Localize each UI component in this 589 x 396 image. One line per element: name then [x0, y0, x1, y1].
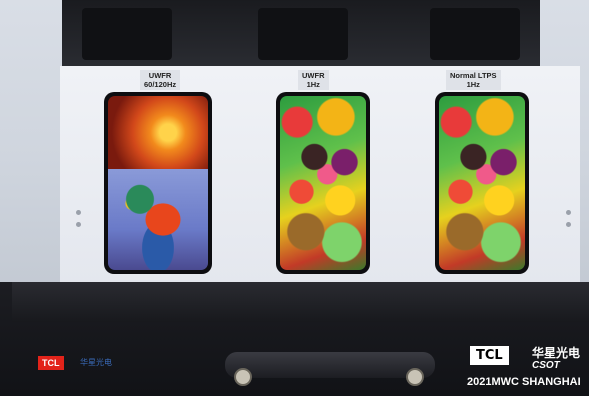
event-name: 2021MWC SHANGHAI [467, 376, 581, 388]
case-lid [62, 0, 540, 74]
flower-image [108, 96, 208, 170]
photo-scene: UWFR 60/120Hz UWFR 1Hz Normal LTPS 1Hz T… [0, 0, 589, 396]
latch-knob [406, 368, 424, 386]
phone-left-screen [108, 96, 208, 270]
lid-slot [82, 8, 172, 60]
lid-slot [430, 8, 520, 60]
display-board: UWFR 60/120Hz UWFR 1Hz Normal LTPS 1Hz [60, 66, 580, 284]
parrot-image [108, 169, 208, 270]
latch-knob [234, 368, 252, 386]
phone-right [435, 92, 529, 274]
label-center: UWFR 1Hz [298, 70, 329, 90]
label-right: Normal LTPS 1Hz [446, 70, 501, 90]
case-shelf [12, 282, 589, 322]
fruit-image [280, 96, 366, 270]
lid-slot [258, 8, 348, 60]
label-left: UWFR 60/120Hz [140, 70, 181, 90]
mount-dot [76, 222, 81, 227]
mount-dot [76, 210, 81, 215]
brand-cn-small: 华星光电 [80, 358, 112, 367]
tcl-badge-logo: TCL [38, 356, 64, 370]
brand-cn: 华星光电 [532, 346, 581, 360]
phone-left [104, 92, 212, 274]
phone-center [276, 92, 370, 274]
mount-dot [566, 210, 571, 215]
case-handle [225, 352, 435, 378]
mount-dot [566, 222, 571, 227]
csot-logo: CSOT [532, 360, 560, 371]
fruit-image [439, 96, 525, 270]
tcl-logo: TCL [470, 346, 509, 365]
